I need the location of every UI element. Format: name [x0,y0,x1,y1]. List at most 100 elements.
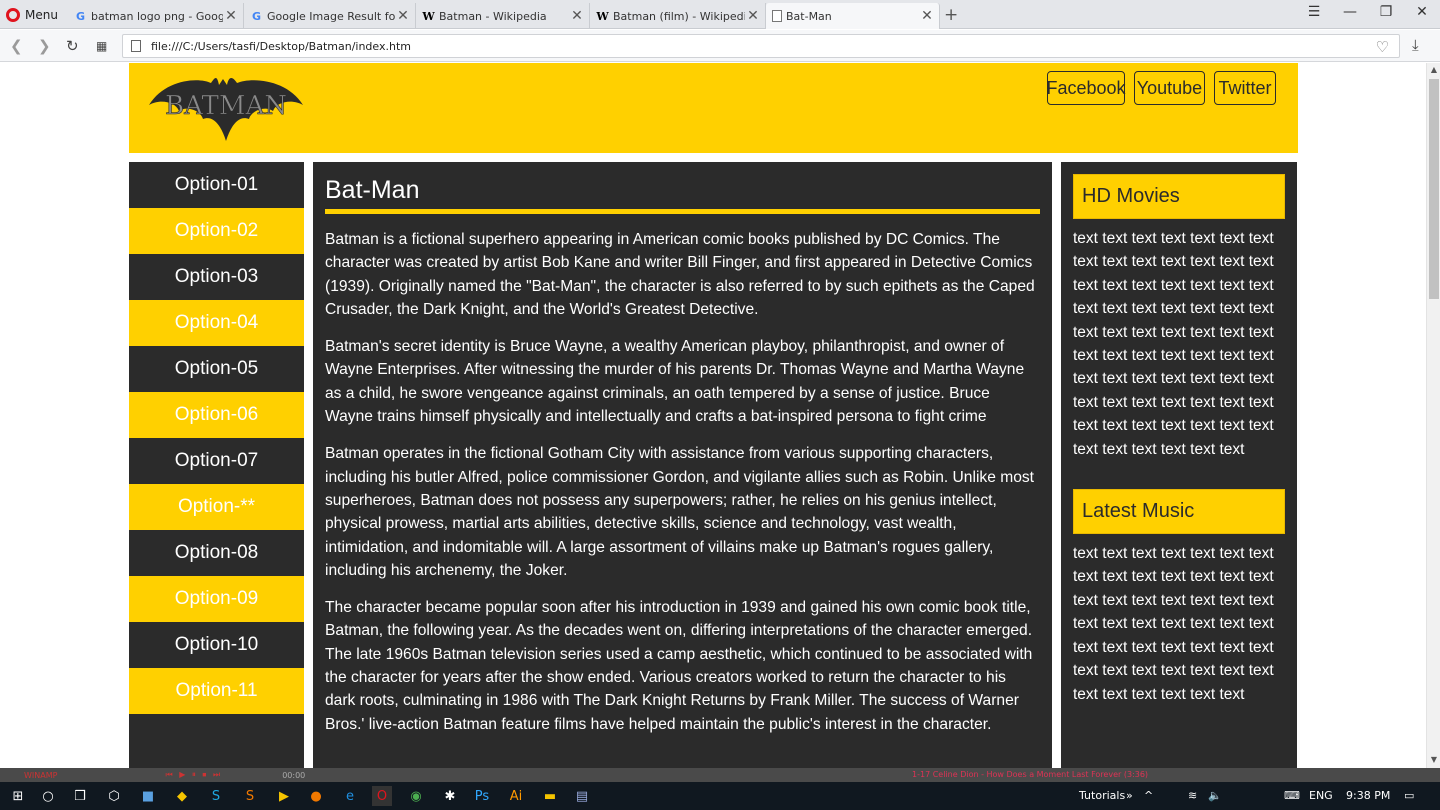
sidebar-item-option-03[interactable]: Option-03 [129,254,304,300]
media-player-icon[interactable]: ▶ [274,786,294,806]
winamp-time: 00:00 [282,770,306,780]
back-button[interactable]: ❮ [10,37,23,55]
keyboard-icon[interactable]: ⌨ [1284,789,1300,802]
winamp-controls[interactable]: ⏮ ▶ ⏸ ⏹ ⏭ [165,770,222,780]
download-icon[interactable]: ⤓ [1412,36,1419,54]
sidebar-item-option-06[interactable]: Option-06 [129,392,304,438]
google-icon: G [251,9,262,23]
sidebar-item-option-04[interactable]: Option-04 [129,300,304,346]
edge-icon[interactable]: e [340,786,360,806]
app-icon[interactable]: ◆ [172,786,192,806]
logo-text: BATMAN [165,91,287,121]
sidebar-item-option-01[interactable]: Option-01 [129,162,304,208]
tab-google-image-result[interactable]: G Google Image Result for h ✕ [244,3,416,29]
winamp-track: 1-17 Celine Dion - How Does a Moment Las… [912,770,1149,779]
wifi-icon[interactable]: ≋ [1188,789,1197,802]
site-header: BATMAN Facebook Youtube Twitter [129,63,1298,153]
page-scrollbar[interactable]: ▲ ▼ [1426,63,1440,768]
restore-button[interactable]: ❐ [1376,4,1396,20]
article-paragraph: The character became popular soon after … [325,599,1033,733]
windows-start-icon[interactable]: ⊞ [8,786,28,806]
winamp-label: WINAMP [24,770,58,780]
sidebar-item-option-05[interactable]: Option-05 [129,346,304,392]
app-3d-icon[interactable]: ⬡ [104,786,124,806]
page-info-icon [131,40,141,52]
latest-music-text: text text text text text text text text … [1073,545,1274,703]
speed-dial-icon[interactable]: ▦ [96,39,107,53]
scroll-up-icon[interactable]: ▲ [1427,65,1440,74]
close-tab-icon[interactable]: ✕ [919,8,935,24]
photoshop-icon[interactable]: Ps [472,786,492,806]
sidebar-item-option-09[interactable]: Option-09 [129,576,304,622]
windows-taskbar: ⊞ ○ ❒ ⬡ ■ ◆ S S ▶ ● e O ◉ ✱ Ps Ai ▬ ▤ Tu… [0,782,1440,810]
tab-batman-film-wikipedia[interactable]: W Batman (film) - Wikipedia ✕ [590,3,766,29]
twitter-button[interactable]: Twitter [1214,71,1276,105]
sidebar-item-option-02[interactable]: Option-02 [129,208,304,254]
app-icon[interactable]: ■ [138,786,158,806]
article-paragraph: Batman's secret identity is Bruce Wayne,… [325,338,1025,426]
app-icon[interactable]: ▤ [572,786,592,806]
google-icon: G [75,9,86,23]
tutorials-toolbar[interactable]: Tutorials [1079,789,1125,802]
skype-icon[interactable]: S [206,786,226,806]
task-view-icon[interactable]: ❒ [70,786,90,806]
wikipedia-icon: W [596,9,609,23]
language-indicator[interactable]: ENG [1309,789,1333,802]
firefox-icon[interactable]: ● [306,786,326,806]
article-paragraph: Batman operates in the fictional Gotham … [325,445,1034,579]
close-tab-icon[interactable]: ✕ [395,8,411,24]
bookmark-heart-icon[interactable]: ♡ [1376,38,1389,56]
volume-icon[interactable]: 🔈 [1208,789,1222,802]
page-viewport: BATMAN Facebook Youtube Twitter Option-0… [0,63,1426,768]
sidebar-menu: Option-01 Option-02 Option-03 Option-04 … [129,162,304,768]
facebook-button[interactable]: Facebook [1046,71,1126,105]
youtube-button[interactable]: Youtube [1134,71,1205,105]
sidebar-item-option-08[interactable]: Option-08 [129,530,304,576]
tray-up-icon[interactable]: ^ [1144,789,1153,802]
article-paragraph: Batman is a fictional superhero appearin… [325,231,1035,318]
illustrator-icon[interactable]: Ai [506,786,526,806]
reload-button[interactable]: ↻ [66,37,79,55]
minimize-button[interactable]: — [1340,4,1360,20]
close-window-button[interactable]: ✕ [1412,4,1432,20]
opera-logo-icon [6,7,20,22]
new-tab-button[interactable]: + [944,5,958,25]
scrollbar-thumb[interactable] [1429,79,1439,299]
sublime-icon[interactable]: S [240,786,260,806]
sidebar-item-option-07[interactable]: Option-07 [129,438,304,484]
hd-movies-heading[interactable]: HD Movies [1073,174,1285,219]
tab-batman-logo[interactable]: G batman logo png - Google ✕ [68,3,244,29]
sidebar-item-option-11[interactable]: Option-11 [129,668,304,714]
address-bar: ❮ ❯ ↻ ▦ file:///C:/Users/tasfi/Desktop/B… [0,30,1440,62]
chevron-icon[interactable]: » [1126,789,1133,802]
url-field[interactable]: file:///C:/Users/tasfi/Desktop/Batman/in… [122,34,1400,58]
search-icon[interactable]: ○ [38,786,58,806]
tab-bat-man[interactable]: Bat-Man ✕ [766,3,940,29]
opera-menu-button[interactable]: Menu [6,0,64,29]
close-tab-icon[interactable]: ✕ [745,8,761,24]
sidebar-item-option-10[interactable]: Option-10 [129,622,304,668]
batman-logo: BATMAN [149,78,303,141]
close-tab-icon[interactable]: ✕ [223,8,239,24]
notifications-icon[interactable]: ▭ [1404,789,1414,802]
clock[interactable]: 9:38 PM [1346,789,1390,802]
winamp-bar: WINAMP ⏮ ▶ ⏸ ⏹ ⏭ 00:00 1-17 Celine Dion … [0,768,1440,782]
scroll-down-icon[interactable]: ▼ [1427,755,1440,764]
file-explorer-icon[interactable]: ▬ [540,786,560,806]
forward-button[interactable]: ❯ [38,37,51,55]
latest-music-heading[interactable]: Latest Music [1073,489,1285,535]
article-title: Bat-Man [325,176,1040,214]
wikipedia-icon: W [422,9,435,23]
app-icon[interactable]: ✱ [440,786,460,806]
main-article: Bat-Man Batman is a fictional superhero … [313,162,1052,768]
page-icon [772,10,782,22]
right-sidebar: HD Movies text text text text text text … [1061,162,1297,768]
close-tab-icon[interactable]: ✕ [569,8,585,24]
tab-batman-wikipedia[interactable]: W Batman - Wikipedia ✕ [416,3,590,29]
hd-movies-text: text text text text text text text text … [1073,230,1274,458]
chrome-icon[interactable]: ◉ [406,786,426,806]
browser-tab-bar: Menu G batman logo png - Google ✕ G Goog… [0,0,1440,29]
sidebar-item-option-star[interactable]: Option-** [129,484,304,530]
tab-menu-icon[interactable]: ☰ [1304,4,1324,20]
opera-icon[interactable]: O [372,786,392,806]
